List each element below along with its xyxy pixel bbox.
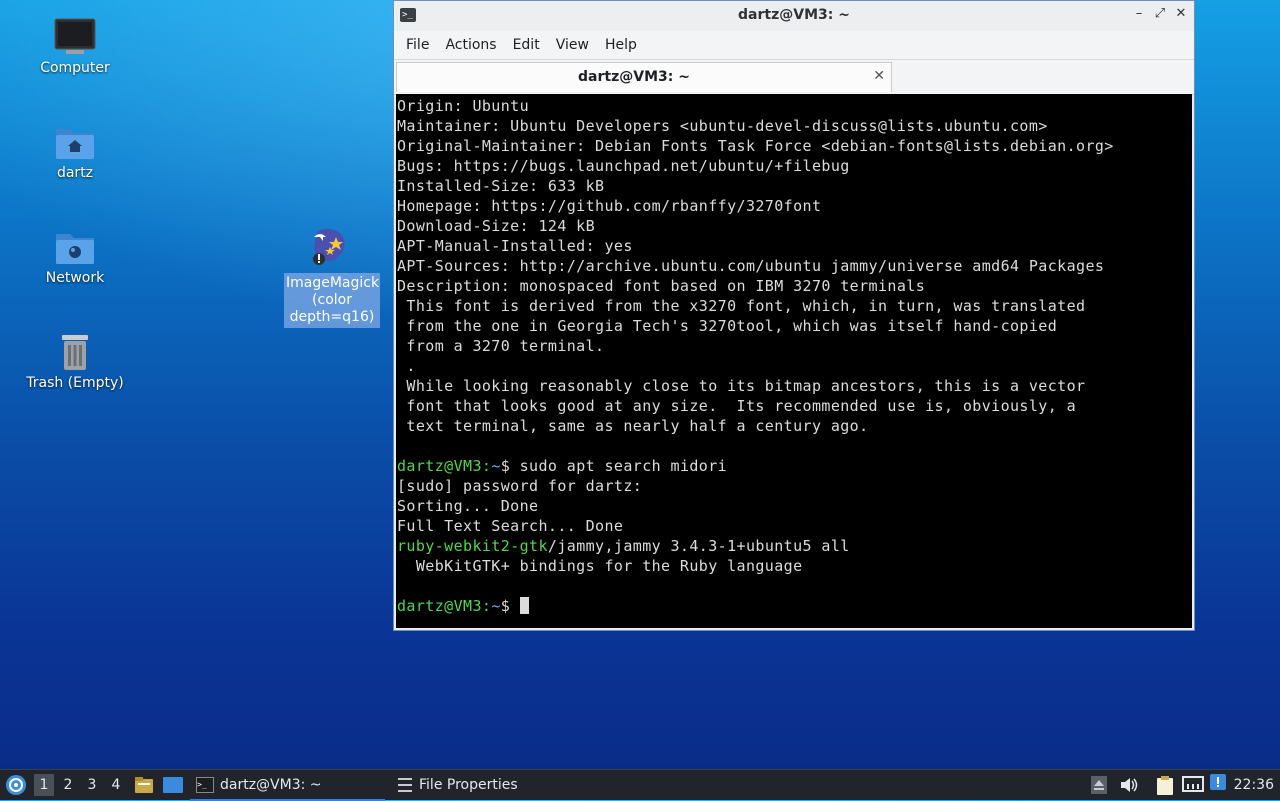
app-menu-icon[interactable] <box>5 774 27 796</box>
desktop-icon-label: ImageMagick (color depth=q16) <box>284 273 380 328</box>
home-folder-icon <box>56 129 94 159</box>
terminal-line: Installed-Size: 633 kB <box>397 177 605 195</box>
close-button[interactable]: ✕ <box>1172 6 1190 21</box>
menu-file[interactable]: File <box>398 37 437 53</box>
task-label: dartz@VM3: ~ <box>220 777 322 793</box>
terminal-line: APT-Manual-Installed: yes <box>397 237 633 255</box>
document-icon <box>398 778 412 792</box>
desktop-icon-home-folder[interactable]: dartz <box>25 123 125 182</box>
terminal-icon: >_ <box>196 777 214 793</box>
terminal-line: WebKitGTK+ bindings for the Ruby languag… <box>397 557 803 575</box>
result-package-name: ruby-webkit2-gtk <box>397 537 548 555</box>
label-line: depth=q16) <box>289 309 375 325</box>
workspace-2[interactable]: 2 <box>58 774 78 796</box>
terminal-line: Full Text Search... Done <box>397 517 624 535</box>
prompt-user: dartz@VM3: <box>397 597 492 615</box>
label-line: (color <box>312 292 352 308</box>
desktop-icon-label: Network <box>45 270 105 286</box>
window-title: dartz@VM3: ~ <box>738 7 850 23</box>
minimize-button[interactable]: – <box>1130 6 1148 21</box>
desktop-icon-computer[interactable]: Computer <box>25 18 125 77</box>
menu-actions[interactable]: Actions <box>437 37 504 53</box>
terminal-prompt-line: dartz@VM3:~$ <box>396 596 1192 616</box>
task-file-properties[interactable]: File Properties <box>392 771 592 799</box>
desktop-icon-network[interactable]: Network <box>25 228 125 287</box>
prompt-user: dartz@VM3: <box>397 457 492 475</box>
menu-edit[interactable]: Edit <box>505 37 548 53</box>
file-manager-launcher-icon[interactable] <box>134 775 154 795</box>
trash-icon <box>62 335 88 370</box>
terminal-line: from a 3270 terminal. <box>397 337 605 355</box>
menu-bar: File Actions Edit View Help <box>394 31 1194 60</box>
terminal-line: text terminal, same as nearly half a cen… <box>397 417 869 435</box>
clipboard-icon[interactable] <box>1156 775 1174 795</box>
terminal-line: Bugs: https://bugs.launchpad.net/ubuntu/… <box>397 157 850 175</box>
command-text: sudo apt search midori <box>510 457 728 475</box>
tab-bar: dartz@VM3: ~ ✕ <box>394 60 1194 95</box>
volume-icon[interactable] <box>1119 776 1139 794</box>
terminal-line: [sudo] password for dartz: <box>397 477 643 495</box>
prompt-sign: $ <box>500 457 511 475</box>
task-label: File Properties <box>419 777 518 793</box>
prompt-sign: $ <box>500 597 511 615</box>
desktop-icon-label: dartz <box>56 165 94 181</box>
taskbar: 1 2 3 4 >_ dartz@VM3: ~ File Properties <box>0 769 1280 801</box>
workspace-3[interactable]: 3 <box>82 774 102 796</box>
terminal-line: Sorting... Done <box>397 497 539 515</box>
desktop-icon-imagemagick[interactable]: ImageMagick (color depth=q16) <box>280 225 380 328</box>
tab-close-icon[interactable]: ✕ <box>873 68 885 84</box>
terminal-window: >_ dartz@VM3: ~ – ⤢ ✕ File Actions Edit … <box>393 0 1195 631</box>
terminal-output[interactable]: Origin: Ubuntu Maintainer: Ubuntu Develo… <box>396 94 1192 628</box>
terminal-line: APT-Sources: http://archive.ubuntu.com/u… <box>397 257 1105 275</box>
menu-view[interactable]: View <box>548 37 597 53</box>
network-folder-icon <box>56 234 94 264</box>
terminal-line: While looking reasonably close to its bi… <box>397 377 1086 395</box>
label-line: ImageMagick <box>286 275 380 291</box>
eject-icon[interactable] <box>1091 776 1107 794</box>
task-terminal[interactable]: >_ dartz@VM3: ~ <box>190 771 385 801</box>
terminal-prompt-line: dartz@VM3:~$ sudo apt search midori <box>396 456 1192 476</box>
show-desktop-icon[interactable] <box>162 776 184 794</box>
workspace-4[interactable]: 4 <box>106 774 126 796</box>
search-result-line: ruby-webkit2-gtk/jammy,jammy 3.4.3-1+ubu… <box>396 536 1192 556</box>
terminal-line: Origin: Ubuntu <box>397 97 530 115</box>
terminal-line: Original-Maintainer: Debian Fonts Task F… <box>397 137 1114 155</box>
terminal-line: Maintainer: Ubuntu Developers <ubuntu-de… <box>397 117 1048 135</box>
tab-label: dartz@VM3: ~ <box>578 69 690 85</box>
terminal-line: This font is derived from the x3270 font… <box>397 297 1086 315</box>
terminal-line: Download-Size: 124 kB <box>397 217 596 235</box>
prompt-path: ~ <box>491 457 501 475</box>
maximize-button[interactable]: ⤢ <box>1151 6 1169 21</box>
workspace-1[interactable]: 1 <box>34 774 54 796</box>
imagemagick-icon <box>313 228 345 265</box>
window-titlebar[interactable]: >_ dartz@VM3: ~ – ⤢ ✕ <box>394 1 1194 31</box>
prompt-path: ~ <box>491 597 501 615</box>
terminal-line: Homepage: https://github.com/rbanffy/327… <box>397 197 822 215</box>
terminal-line: font that looks good at any size. Its re… <box>397 397 1077 415</box>
computer-icon <box>54 18 96 54</box>
clock[interactable]: 22:36 <box>1234 770 1274 800</box>
desktop-icon-label: Trash (Empty) <box>26 375 124 391</box>
desktop-icon-label: Computer <box>40 60 110 76</box>
network-status-icon[interactable] <box>1182 776 1204 794</box>
text-cursor <box>519 597 529 614</box>
terminal-line: from the one in Georgia Tech's 3270tool,… <box>397 317 1058 335</box>
desktop-icon-trash[interactable]: Trash (Empty) <box>25 333 125 392</box>
tab-terminal[interactable]: dartz@VM3: ~ ✕ <box>396 62 892 92</box>
menu-help[interactable]: Help <box>597 37 645 53</box>
terminal-line: Description: monospaced font based on IB… <box>397 277 926 295</box>
notification-icon[interactable] <box>1209 773 1229 795</box>
result-package-version: /jammy,jammy 3.4.3-1+ubuntu5 all <box>547 537 850 555</box>
terminal-line: . <box>397 357 416 375</box>
